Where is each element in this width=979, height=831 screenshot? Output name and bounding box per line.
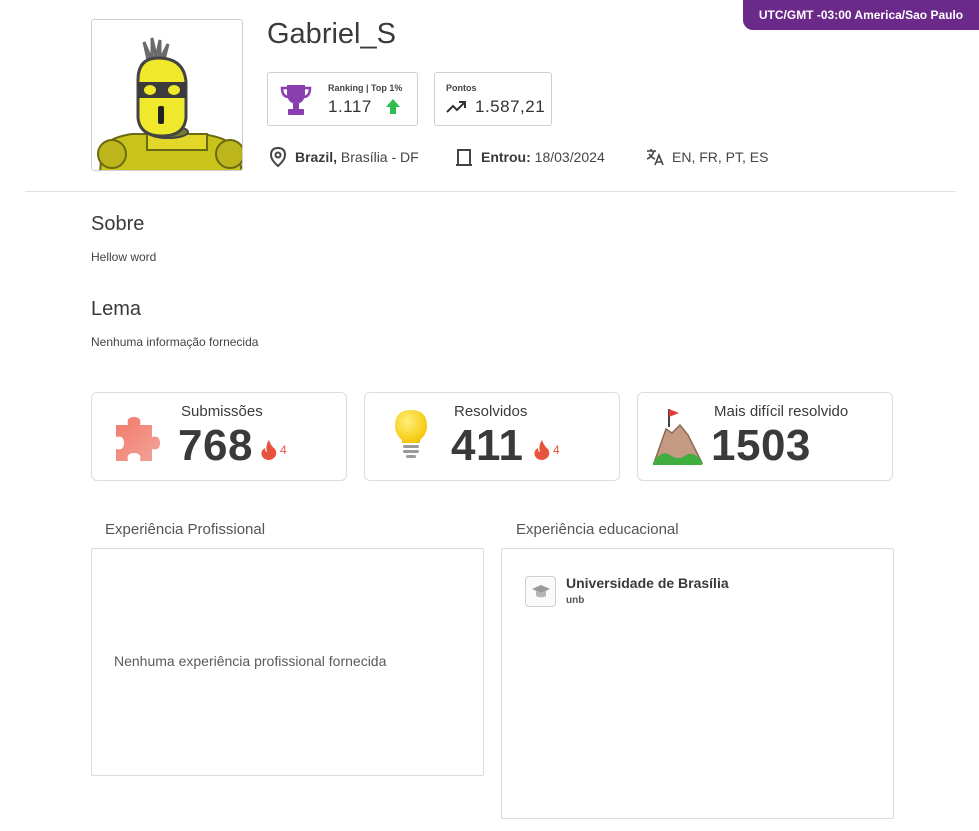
username: Gabriel_S: [267, 18, 396, 50]
header-divider: [25, 191, 956, 192]
education-item-name[interactable]: Universidade de Brasília: [566, 575, 729, 591]
solved-streak-count: 4: [553, 443, 560, 457]
solved-value: 411: [451, 421, 524, 470]
education-experience-title: Experiência educacional: [516, 521, 679, 538]
robot-avatar-image: [97, 37, 242, 170]
education-item-short: unb: [566, 595, 585, 606]
points-value: 1.587,21: [475, 97, 546, 116]
joined-label: Entrou:: [481, 149, 531, 165]
solved-streak: 4: [534, 440, 560, 460]
hardest-label: Mais difícil resolvido: [714, 403, 849, 420]
languages-list: EN, FR, PT, ES: [672, 149, 769, 165]
location-city: Brasília - DF: [340, 149, 419, 165]
door-icon: [456, 149, 472, 166]
hardest-value: 1503: [711, 421, 811, 470]
trending-up-icon: [446, 101, 466, 113]
lightbulb-icon: [395, 410, 427, 458]
submissions-value: 768: [178, 421, 253, 470]
motto-title: Lema: [91, 298, 142, 320]
avatar[interactable]: [91, 19, 243, 171]
graduation-cap-icon: [531, 584, 550, 597]
ranking-box[interactable]: Ranking | Top 1% 1.117: [267, 72, 418, 126]
timezone-badge: UTC/GMT -03:00 America/Sao Paulo: [743, 0, 979, 30]
points-label: Pontos: [446, 83, 477, 93]
professional-experience-empty: Nenhuma experiência profissional forneci…: [114, 653, 387, 669]
submissions-card: Submissões 768 4: [91, 392, 347, 481]
puzzle-icon: [116, 417, 160, 461]
trophy-icon: [280, 85, 312, 115]
solved-card: Resolvidos 411 4: [364, 392, 620, 481]
ranking-value: 1.117: [328, 97, 372, 116]
ranking-label: Ranking | Top 1%: [328, 83, 403, 93]
submissions-streak-count: 4: [280, 443, 287, 457]
about-title: Sobre: [91, 213, 145, 235]
translate-icon: [646, 149, 664, 166]
points-box[interactable]: Pontos 1.587,21: [434, 72, 552, 126]
solved-label: Resolvidos: [454, 403, 528, 420]
joined: Entrou: 18/03/2024: [455, 146, 605, 168]
education-item-icon: [525, 576, 556, 607]
location-country: Brazil,: [295, 149, 338, 165]
about-text: Hellow word: [91, 250, 157, 264]
joined-date: 18/03/2024: [534, 149, 605, 165]
location: Brazil, Brasília - DF: [269, 146, 419, 168]
fire-icon: [261, 440, 277, 460]
arrow-up-icon: [386, 99, 400, 114]
languages: EN, FR, PT, ES: [646, 146, 768, 168]
motto-text: Nenhuma informação fornecida: [91, 335, 259, 349]
mountain-flag-icon: [652, 409, 704, 465]
fire-icon: [534, 440, 550, 460]
submissions-streak: 4: [261, 440, 287, 460]
submissions-label: Submissões: [181, 403, 263, 420]
hardest-card: Mais difícil resolvido 1503: [637, 392, 893, 481]
professional-experience-title: Experiência Profissional: [105, 521, 266, 538]
location-pin-icon: [269, 147, 287, 167]
